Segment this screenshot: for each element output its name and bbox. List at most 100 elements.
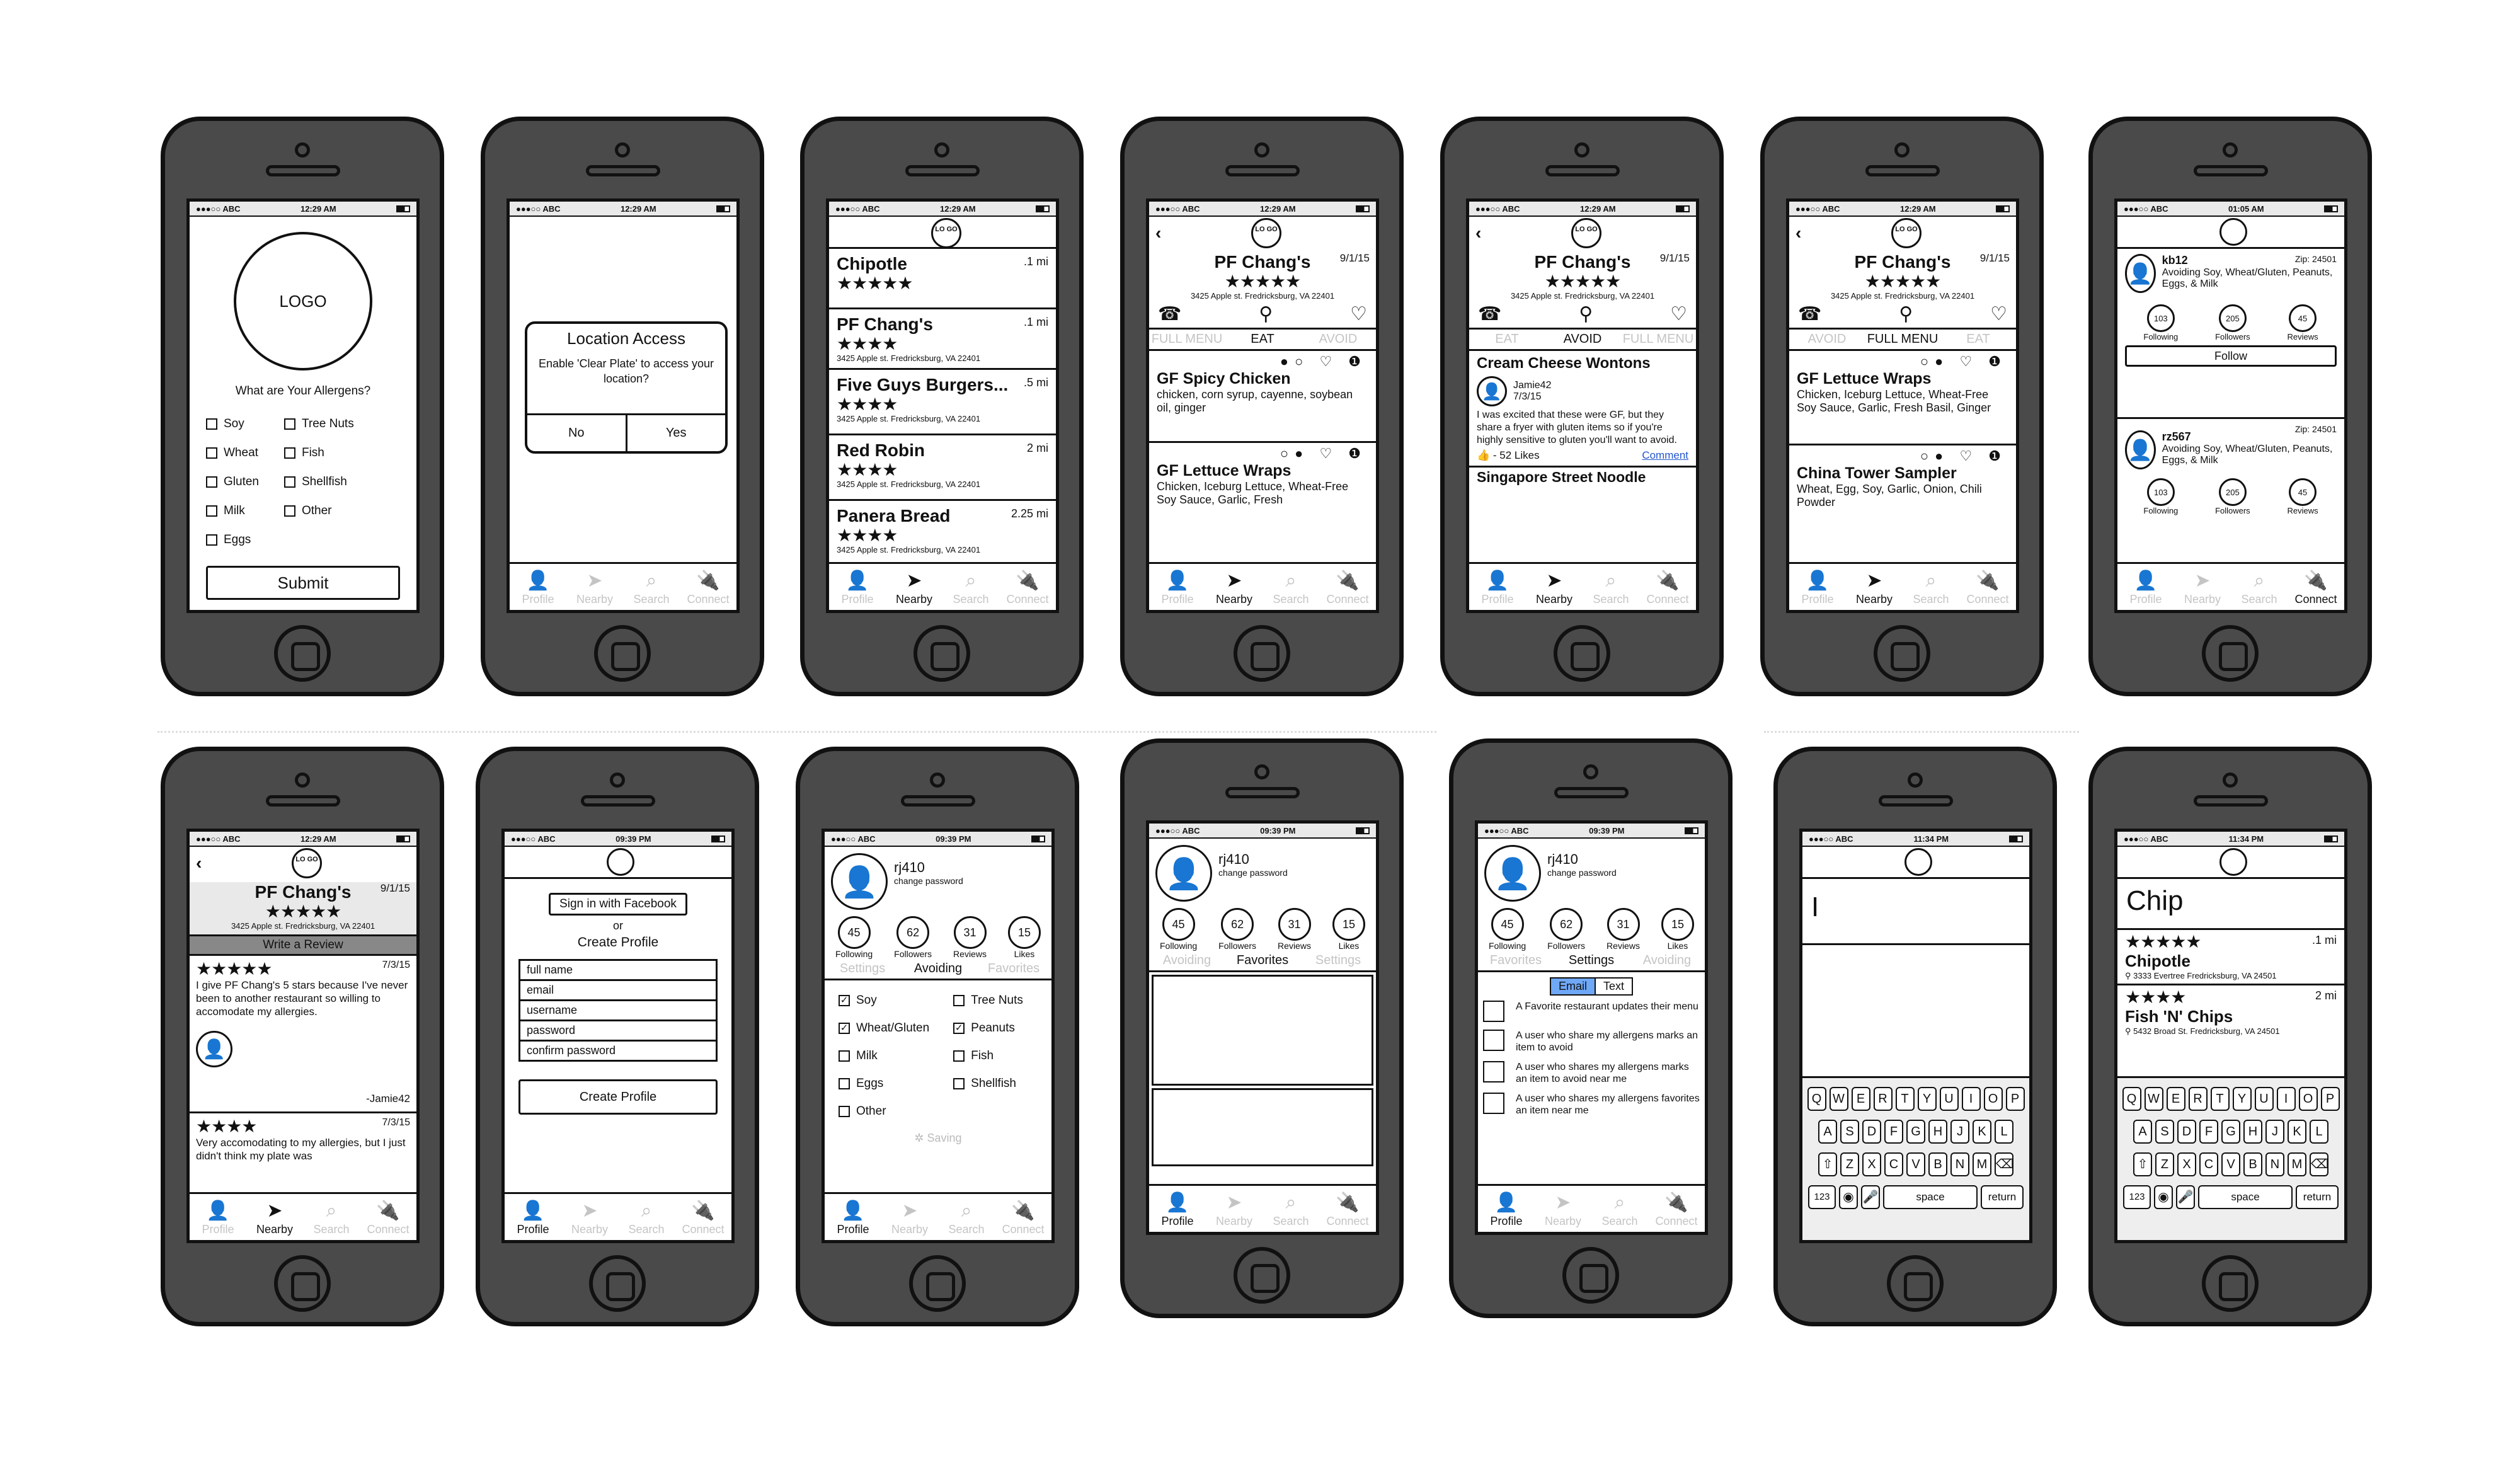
change-password-link[interactable]: change password	[894, 876, 963, 886]
setting-item[interactable]: A user who shares my allergens marks an …	[1483, 1061, 1700, 1085]
key-r[interactable]: R	[1873, 1087, 1893, 1111]
likes-count[interactable]: 👍 - 52 Likes	[1477, 449, 1540, 462]
key-p[interactable]: P	[2320, 1087, 2340, 1111]
tab-search[interactable]: ⌕ Search	[938, 1194, 995, 1240]
tab-avoiding[interactable]: Avoiding	[900, 962, 976, 976]
key-f[interactable]: F	[1884, 1120, 1903, 1144]
avoid-tree-nuts[interactable]: Tree Nuts	[953, 987, 1023, 1014]
avoid-eggs[interactable]: Eggs	[839, 1070, 929, 1098]
allergen-other[interactable]: Other	[284, 497, 354, 525]
key-d[interactable]: D	[2177, 1120, 2196, 1144]
delete-key-icon[interactable]: ⌫	[2310, 1152, 2328, 1176]
username-field[interactable]: username	[520, 1001, 716, 1021]
tab-profile[interactable]: 👤 Profile	[825, 1194, 881, 1240]
tab-full-menu[interactable]: FULL MENU	[1149, 332, 1225, 347]
key-j[interactable]: J	[1950, 1120, 1969, 1144]
tab-nearby[interactable]: ➤ Nearby	[561, 1194, 618, 1240]
search-result[interactable]: 2 mi ★★★★ Fish 'N' Chips ⚲ 5432 Broad St…	[2117, 985, 2344, 1039]
phone-icon[interactable]: ☎	[1798, 303, 1821, 325]
tab-avoid[interactable]: AVOID	[1300, 332, 1376, 347]
tab-eat[interactable]: EAT	[1940, 332, 2016, 347]
home-button[interactable]	[914, 625, 970, 682]
key-t[interactable]: T	[2210, 1087, 2230, 1111]
tab-full-menu[interactable]: FULL MENU	[1620, 332, 1696, 347]
text-option[interactable]: Text	[1596, 977, 1634, 996]
key-w[interactable]: W	[2144, 1087, 2163, 1111]
tab-connect[interactable]: 🔌 Connect	[1639, 564, 1696, 610]
key-b[interactable]: B	[1928, 1152, 1947, 1176]
setting-item[interactable]: A Favorite restaurant updates their menu	[1483, 1001, 1700, 1022]
tab-favorites[interactable]: Favorites	[1225, 953, 1300, 968]
tab-connect[interactable]: 🔌 Connect	[1319, 1186, 1376, 1232]
key-a[interactable]: A	[2133, 1120, 2152, 1144]
avatar[interactable]: 👤	[1155, 845, 1212, 902]
tab-profile[interactable]: 👤 Profile	[1149, 564, 1206, 610]
return-key[interactable]: return	[2296, 1185, 2339, 1209]
key-k[interactable]: K	[2288, 1120, 2306, 1144]
yes-button[interactable]: Yes	[627, 415, 726, 451]
tab-eat[interactable]: EAT	[1469, 332, 1545, 347]
search-input[interactable]: I	[1802, 877, 2029, 945]
key-g[interactable]: G	[2221, 1120, 2240, 1144]
key-f[interactable]: F	[2199, 1120, 2218, 1144]
tab-eat[interactable]: EAT	[1225, 332, 1300, 347]
key-z[interactable]: Z	[2155, 1152, 2174, 1176]
key-r[interactable]: R	[2188, 1087, 2208, 1111]
tab-nearby[interactable]: ➤ Nearby	[1206, 1186, 1263, 1232]
key-o[interactable]: O	[2298, 1087, 2318, 1111]
tab-nearby[interactable]: ➤ Nearby	[881, 1194, 938, 1240]
key-n[interactable]: N	[2265, 1152, 2284, 1176]
key-i[interactable]: I	[1961, 1087, 1981, 1111]
key-h[interactable]: H	[2243, 1120, 2262, 1144]
tab-nearby[interactable]: ➤ Nearby	[246, 1194, 303, 1240]
key-w[interactable]: W	[1829, 1087, 1848, 1111]
key-u[interactable]: U	[2254, 1087, 2274, 1111]
menu-item[interactable]: ○● ♡ ❶ GF Lettuce Wraps Chicken, Iceburg …	[1149, 443, 1376, 535]
key-d[interactable]: D	[1862, 1120, 1881, 1144]
tab-avoiding[interactable]: Avoiding	[1629, 953, 1705, 968]
key-l[interactable]: L	[2310, 1120, 2328, 1144]
tab-search[interactable]: ⌕ Search	[303, 1194, 360, 1240]
avoid-fish[interactable]: Fish	[953, 1042, 1023, 1070]
phone-icon[interactable]: ☎	[1478, 303, 1501, 325]
tab-profile[interactable]: 👤 Profile	[1469, 564, 1526, 610]
tab-connect[interactable]: 🔌 Connect	[675, 1194, 731, 1240]
map-pin-icon[interactable]: ⚲	[1579, 303, 1593, 325]
list-item[interactable]: PF Chang's .1 mi ★★★★ 3425 Apple st. Fredri…	[829, 309, 1056, 370]
menu-item[interactable]: ●○ ♡ ❶ GF Spicy Chicken chicken, corn syr…	[1149, 351, 1376, 443]
tab-connect[interactable]: 🔌 Connect	[1648, 1186, 1705, 1232]
shift-key-icon[interactable]: ⇧	[2133, 1152, 2152, 1176]
key-q[interactable]: Q	[2122, 1087, 2141, 1111]
key-k[interactable]: K	[1973, 1120, 1991, 1144]
allergen-wheat[interactable]: Wheat	[206, 439, 259, 468]
avoid-peanuts[interactable]: ✓ Peanuts	[953, 1014, 1023, 1042]
tab-profile[interactable]: 👤 Profile	[510, 564, 566, 610]
home-button[interactable]	[1554, 625, 1610, 682]
tab-nearby[interactable]: ➤ Nearby	[886, 564, 942, 610]
heart-icon[interactable]: ♡	[1990, 303, 2007, 325]
menu-item[interactable]: ○● ♡ ❶ GF Lettuce Wraps Chicken, Iceburg …	[1789, 351, 2016, 445]
home-button[interactable]	[274, 625, 331, 682]
tab-profile[interactable]: 👤 Profile	[505, 1194, 561, 1240]
key-y[interactable]: Y	[1917, 1087, 1937, 1111]
tab-profile[interactable]: 👤 Profile	[1478, 1186, 1535, 1232]
no-button[interactable]: No	[527, 415, 627, 451]
change-password-link[interactable]: change password	[1547, 868, 1617, 878]
tab-nearby[interactable]: ➤ Nearby	[566, 564, 623, 610]
favorite-slot[interactable]	[1152, 1088, 1373, 1166]
heart-icon[interactable]: ♡	[1670, 303, 1687, 325]
next-item[interactable]: Singapore Street Noodle	[1469, 466, 1696, 487]
globe-icon[interactable]: ◉	[2154, 1185, 2173, 1209]
search-result[interactable]: .1 mi ★★★★★ Chipotle ⚲ 3333 Evertree Fre…	[2117, 930, 2344, 985]
tab-profile[interactable]: 👤 Profile	[829, 564, 886, 610]
confirm-password-field[interactable]: confirm password	[520, 1042, 716, 1060]
key-b[interactable]: B	[2243, 1152, 2262, 1176]
tab-nearby[interactable]: ➤ Nearby	[1526, 564, 1583, 610]
allergen-gluten[interactable]: Gluten	[206, 468, 259, 497]
tab-profile[interactable]: 👤 Profile	[190, 1194, 246, 1240]
setting-item[interactable]: A user who shares my allergens favorites…	[1483, 1093, 1700, 1117]
back-arrow-icon[interactable]: ‹	[1475, 223, 1481, 243]
allergen-soy[interactable]: Soy	[206, 410, 259, 439]
email-option[interactable]: Email	[1549, 977, 1596, 996]
tab-avoiding[interactable]: Avoiding	[1149, 953, 1225, 968]
